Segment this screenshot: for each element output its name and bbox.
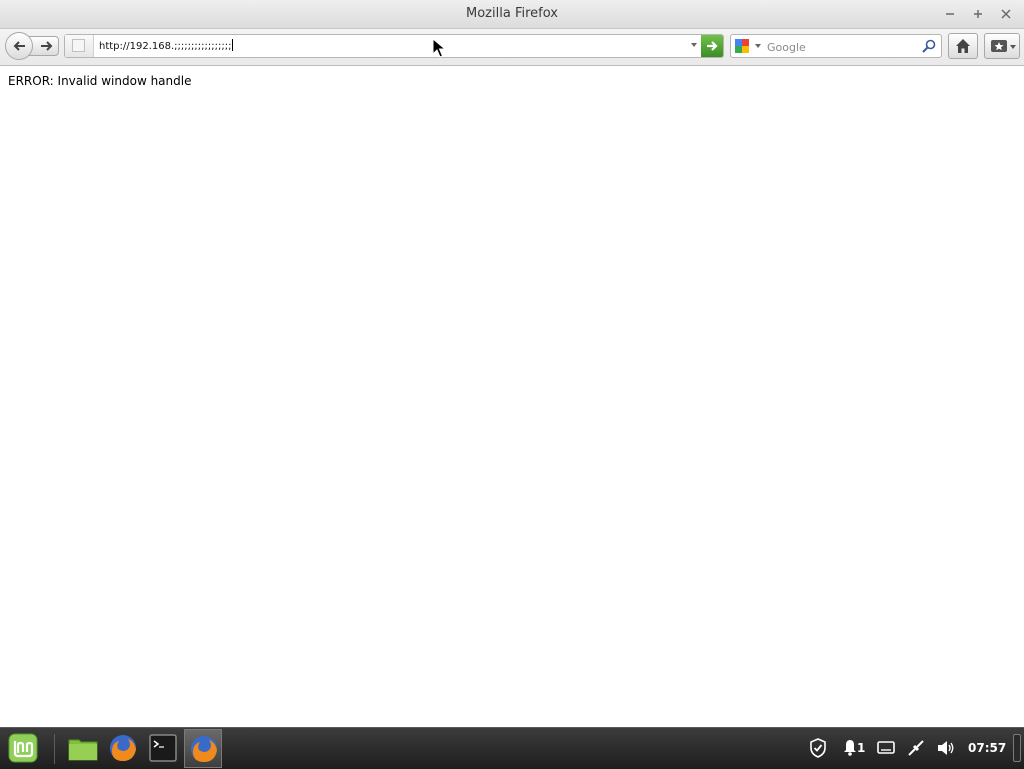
url-text: http://192.168.;;;;;;;;;;;;;;;;; [99,41,232,52]
mint-menu-button[interactable] [6,731,40,765]
bookmarks-dropdown-icon[interactable] [1010,45,1016,49]
firefox-launcher[interactable] [106,731,140,765]
url-bar[interactable]: http://192.168.;;;;;;;;;;;;;;;;; [64,34,724,58]
text-caret [232,39,234,51]
maximize-button[interactable] [968,4,988,24]
taskbar: 1 07:57 [0,727,1024,769]
file-manager-launcher[interactable] [66,731,100,765]
url-history-dropdown-icon[interactable] [691,43,697,47]
magnifier-icon[interactable] [921,38,937,54]
terminal-launcher[interactable] [146,731,180,765]
minimize-icon [946,13,954,15]
close-button[interactable] [996,4,1016,24]
maximize-icon [974,10,982,18]
bookmark-star-icon [991,40,1007,52]
url-input[interactable]: http://192.168.;;;;;;;;;;;;;;;;; [99,39,234,52]
mouse-pointer-icon [432,38,447,58]
go-arrow-icon [707,41,718,51]
taskbar-separator [54,734,55,764]
terminal-icon [149,734,177,762]
firefox-icon [110,735,136,761]
navigation-toolbar: http://192.168.;;;;;;;;;;;;;;;;; [0,29,1024,66]
page-icon [72,39,85,52]
window-title: Mozilla Firefox [466,6,558,21]
page-content: ERROR: Invalid window handle [0,66,1024,726]
firefox-window-task[interactable] [184,729,222,768]
home-button[interactable] [948,33,978,59]
minimize-button[interactable] [940,4,960,24]
back-forward-group [5,32,59,60]
forward-arrow-icon [41,41,53,51]
update-manager-shield-icon[interactable] [808,738,828,758]
firefox-icon [191,736,217,762]
search-input[interactable] [765,36,919,58]
google-icon[interactable] [735,39,749,53]
window-titlebar[interactable]: Mozilla Firefox [0,0,1024,29]
back-button[interactable] [5,32,33,60]
network-icon[interactable] [906,738,926,758]
home-icon [956,39,970,53]
notification-count: 1 [857,741,866,755]
bookmarks-button[interactable] [984,33,1020,59]
back-arrow-icon [13,41,25,51]
go-button[interactable] [701,35,723,57]
file-manager-icon [68,739,98,761]
close-icon [1001,9,1011,19]
error-message: ERROR: Invalid window handle [8,74,192,88]
site-identity-button[interactable] [65,35,94,57]
search-bar[interactable] [730,34,942,58]
search-engine-dropdown-icon[interactable] [755,44,761,48]
clock[interactable]: 07:57 [968,741,1006,755]
mint-menu-icon [8,733,38,763]
display-icon[interactable] [876,738,896,758]
volume-icon[interactable] [936,738,956,758]
show-desktop-button[interactable] [1013,734,1021,762]
